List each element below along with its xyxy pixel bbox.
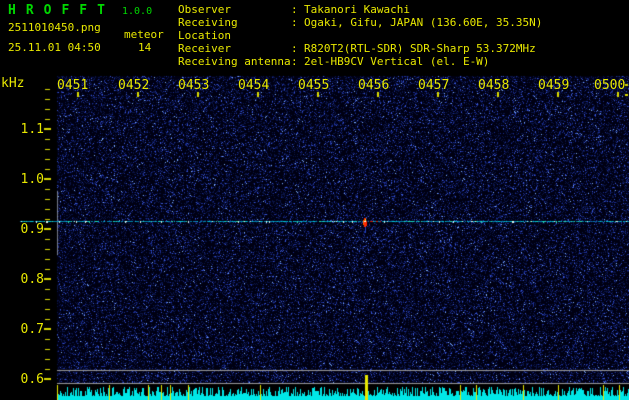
mode-label: meteor: [124, 28, 164, 41]
app-title: HROFFT: [8, 3, 115, 18]
info-value: Takanori Kawachi: [304, 3, 410, 16]
info-label: Receiving antenna: [178, 55, 291, 68]
info-row-antenna: Receiving antenna:2el-HB9CV Vertical (el…: [178, 55, 542, 68]
info-separator: :: [291, 55, 298, 68]
info-separator: :: [291, 3, 298, 16]
info-label: Observer: [178, 3, 231, 16]
info-value: R820T2(RTL-SDR) SDR-Sharp 53.372MHz: [304, 42, 536, 55]
info-separator: :: [291, 42, 298, 55]
info-label: Receiving Location: [178, 16, 238, 42]
observation-datetime: 25.11.01 04:50: [8, 41, 101, 54]
info-label: Receiver: [178, 42, 231, 55]
hrofft-spectrogram-screenshot: HROFFT 1.0.0 2511010450.png meteor 25.11…: [0, 0, 629, 400]
info-row-location: Receiving Location: Ogaki, Gifu, JAPAN (1…: [178, 16, 542, 42]
app-version: 1.0.0: [122, 6, 153, 17]
info-value: Ogaki, Gifu, JAPAN (136.60E, 35.35N): [304, 16, 543, 29]
station-info-block: Observer: Takanori Kawachi Receiving Loca…: [178, 3, 542, 68]
echo-count: 14: [138, 41, 152, 54]
output-filename: 2511010450.png: [8, 21, 101, 34]
info-separator: :: [291, 16, 298, 29]
info-row-observer: Observer: Takanori Kawachi: [178, 3, 542, 16]
info-value: 2el-HB9CV Vertical (el. E-W): [304, 55, 490, 68]
info-row-receiver: Receiver: R820T2(RTL-SDR) SDR-Sharp 53.37…: [178, 42, 542, 55]
